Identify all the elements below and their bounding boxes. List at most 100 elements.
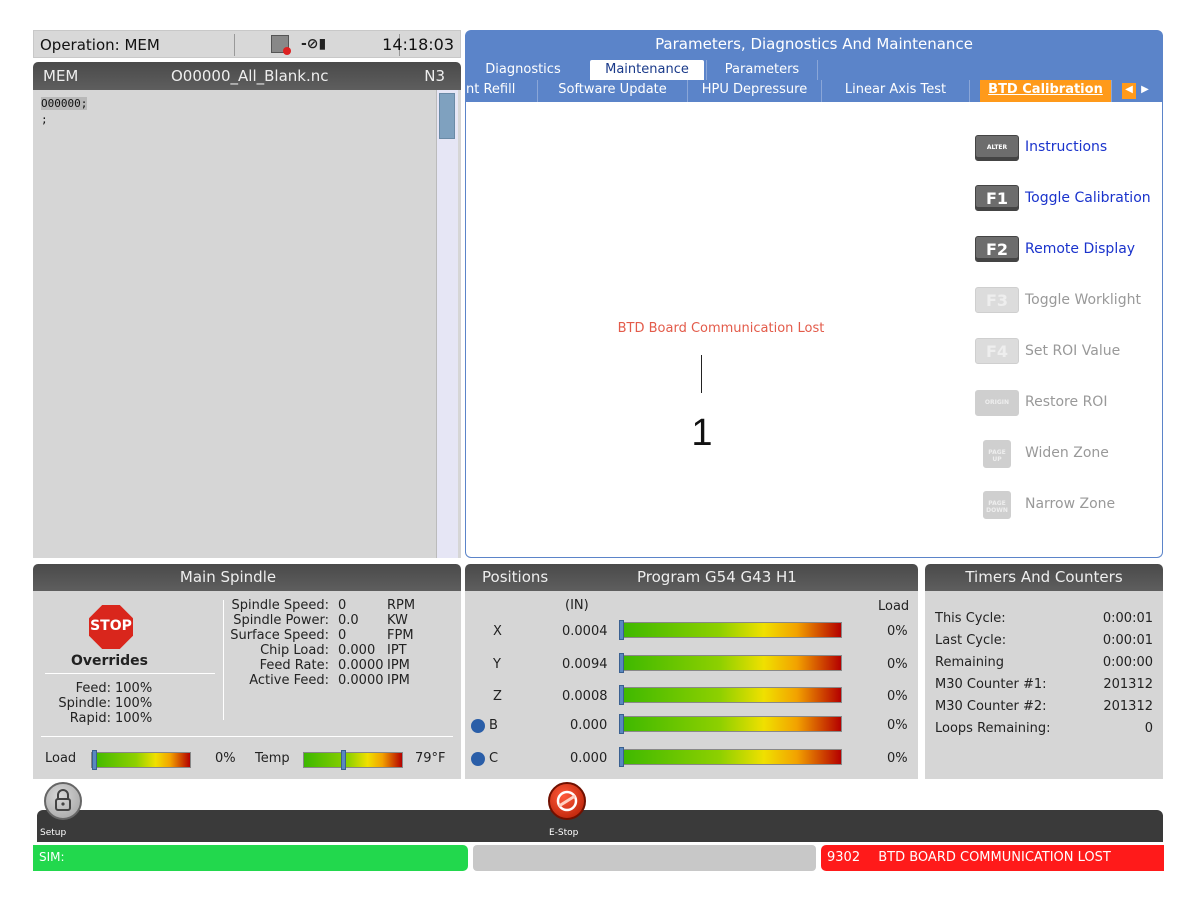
stat-value: 0.000 xyxy=(338,643,376,658)
f2-key[interactable]: F2 xyxy=(975,236,1019,262)
stat-label: Chip Load: xyxy=(260,643,329,658)
f1-key[interactable]: F1 xyxy=(975,185,1019,211)
action-set-roi-value[interactable]: Set ROI Value xyxy=(1025,343,1120,359)
code-line[interactable]: ; xyxy=(41,112,87,128)
position-units: (IN) xyxy=(565,598,589,613)
axis-position: 0.0004 xyxy=(562,624,608,639)
origin-key[interactable]: ORIGIN xyxy=(975,390,1019,416)
positions-header: Positions Program G54 G43 H1 xyxy=(465,564,918,591)
page-up-key[interactable]: PAGE UP xyxy=(983,440,1011,468)
spindle-bottom-divider xyxy=(41,736,453,737)
axis-load-bar xyxy=(619,653,842,673)
action-toggle-calibration[interactable]: Toggle Calibration xyxy=(1025,190,1151,206)
document-alert-icon xyxy=(271,35,291,55)
override-value: 100% xyxy=(115,711,153,726)
main-tabs: Diagnostics Maintenance Parameters xyxy=(466,58,1162,80)
alter-key[interactable]: ALTER xyxy=(975,135,1019,161)
tab-diagnostics[interactable]: Diagnostics xyxy=(474,60,572,80)
stat-value: 0.0000 xyxy=(338,673,384,688)
error-message: BTD Board Communication Lost xyxy=(617,321,825,336)
timer-value: 201312 xyxy=(1103,677,1153,692)
action-restore-roi[interactable]: Restore ROI xyxy=(1025,394,1107,410)
spindle-header: Main Spindle xyxy=(33,564,461,591)
axis-label: Y xyxy=(493,657,501,672)
axis-label: Z xyxy=(493,689,502,704)
timer-label: Last Cycle: xyxy=(935,633,1007,648)
cursor-line xyxy=(701,355,702,393)
tab-maintenance[interactable]: Maintenance xyxy=(590,60,704,80)
stat-label: Spindle Power: xyxy=(233,613,329,628)
action-instructions[interactable]: Instructions xyxy=(1025,139,1107,155)
overrides-title: Overrides xyxy=(71,653,148,669)
action-widen-zone[interactable]: Widen Zone xyxy=(1025,445,1109,461)
stat-value: 0 xyxy=(338,628,347,643)
action-toggle-worklight[interactable]: Toggle Worklight xyxy=(1025,292,1141,308)
maintenance-panel xyxy=(465,58,1163,558)
tab-parameters[interactable]: Parameters xyxy=(706,60,818,80)
bar-marker xyxy=(92,750,97,770)
program-mode: MEM xyxy=(43,67,79,85)
override-value: 100% xyxy=(115,696,153,711)
action-narrow-zone[interactable]: Narrow Zone xyxy=(1025,496,1115,512)
spindle-temp-bar xyxy=(303,750,403,770)
program-editor[interactable]: O00000; ; xyxy=(33,90,461,558)
bar-marker xyxy=(619,620,624,640)
timer-value: 0 xyxy=(1144,721,1153,736)
subtab-hpu-depressure[interactable]: HPU Depressure xyxy=(688,80,822,102)
timer-value: 0:00:01 xyxy=(1102,611,1153,626)
lock-icon xyxy=(55,789,71,811)
alarm-text: BTD BOARD COMMUNICATION LOST xyxy=(878,850,1111,865)
action-remote-display[interactable]: Remote Display xyxy=(1025,241,1135,257)
stat-value: 0 xyxy=(338,598,347,613)
bar-marker xyxy=(619,747,624,767)
load-label: Load xyxy=(45,751,77,766)
program-scrollbar[interactable] xyxy=(436,90,458,558)
estop-button[interactable] xyxy=(548,782,586,820)
button-bar: Setup E-Stop xyxy=(37,782,1163,842)
program-line: N3 xyxy=(424,67,445,85)
stat-unit: IPT xyxy=(387,643,407,658)
status-icons: -⊘▮ xyxy=(234,34,400,56)
axis-position: 0.000 xyxy=(570,718,608,733)
bar-marker xyxy=(619,685,624,705)
axis-label: B xyxy=(489,718,498,733)
subtab-linear-axis-test[interactable]: Linear Axis Test xyxy=(822,80,970,102)
estop-icon xyxy=(556,790,578,812)
alarm-bar[interactable]: 9302 BTD BOARD COMMUNICATION LOST xyxy=(821,845,1164,871)
positions-panel: (IN) Load X 0.0004 0% Y 0.0094 0% Z 0.00… xyxy=(465,591,918,779)
axis-label: C xyxy=(489,751,499,766)
subtab-btd-calibration[interactable]: BTD Calibration xyxy=(980,80,1112,102)
program-filename: O00000_All_Blank.nc xyxy=(171,67,329,85)
axis-position: 0.0094 xyxy=(562,657,608,672)
tab-scroll-left-icon[interactable]: ◀ xyxy=(1122,83,1136,99)
stat-unit: IPM xyxy=(387,673,410,688)
subtab-coolant-refill[interactable]: nt Refill xyxy=(466,80,538,102)
bar-marker xyxy=(619,653,624,673)
sub-tabs: nt Refill Software Update HPU Depressure… xyxy=(466,80,1162,102)
status-input[interactable]: SIM: xyxy=(33,845,468,871)
axis-load-bar xyxy=(619,620,842,640)
f3-key[interactable]: F3 xyxy=(975,287,1019,313)
stat-value: 0.0 xyxy=(338,613,359,628)
load-value: 0% xyxy=(215,751,236,766)
axis-load: 0% xyxy=(887,689,908,704)
tab-scroll-right-icon[interactable]: ▶ xyxy=(1138,83,1152,99)
spindle-title: Main Spindle xyxy=(179,568,277,586)
timer-value: 201312 xyxy=(1103,699,1153,714)
f4-key[interactable]: F4 xyxy=(975,338,1019,364)
timers-panel: This Cycle: 0:00:01 Last Cycle: 0:00:01 … xyxy=(925,591,1163,779)
calibration-value: 1 xyxy=(691,412,713,454)
timer-value: 0:00:01 xyxy=(1102,633,1153,648)
timer-value: 0:00:00 xyxy=(1102,655,1153,670)
code-line[interactable]: O00000; xyxy=(41,97,88,110)
network-icon: -⊘▮ xyxy=(301,36,327,52)
scrollbar-thumb[interactable] xyxy=(439,93,455,139)
subtab-software-update[interactable]: Software Update xyxy=(538,80,688,102)
axis-load-bar xyxy=(619,714,842,734)
stop-label: STOP xyxy=(90,618,132,634)
timers-header: Timers And Counters xyxy=(925,564,1163,591)
page-down-key[interactable]: PAGE DOWN xyxy=(983,491,1011,519)
axis-position: 0.000 xyxy=(570,751,608,766)
stat-unit: FPM xyxy=(387,628,414,643)
setup-button[interactable] xyxy=(44,782,82,820)
